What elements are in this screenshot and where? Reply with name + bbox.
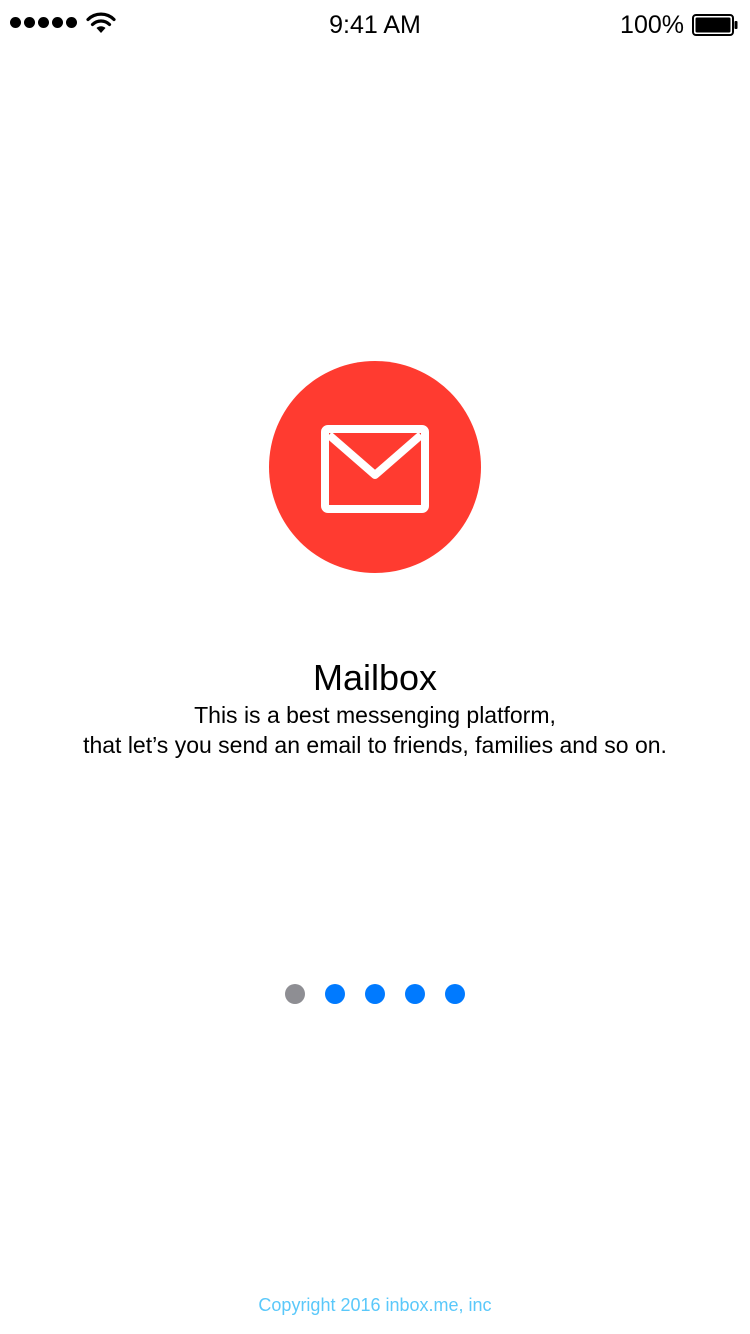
onboarding-title: Mailbox xyxy=(312,657,438,698)
description-line-1: This is a best messenging platform, xyxy=(194,702,556,728)
battery-percentage: 100% xyxy=(620,11,684,39)
page-dot-3[interactable] xyxy=(365,984,385,1004)
status-bar: 9:41 AM 100% xyxy=(0,0,750,40)
copyright-text: Copyright 2016 inbox.me, inc xyxy=(258,1295,492,1315)
battery-full-icon xyxy=(692,14,738,36)
page-dot-2[interactable] xyxy=(325,984,345,1004)
description-line-2: that let’s you send an email to friends,… xyxy=(83,732,667,758)
app-logo xyxy=(269,361,481,573)
onboarding-description: This is a best messenging platform, that… xyxy=(0,700,750,760)
mail-envelope-icon xyxy=(321,425,429,513)
page-dot-1[interactable] xyxy=(285,984,305,1004)
page-dot-5[interactable] xyxy=(445,984,465,1004)
page-indicator[interactable] xyxy=(0,984,750,1004)
page-dot-4[interactable] xyxy=(405,984,425,1004)
